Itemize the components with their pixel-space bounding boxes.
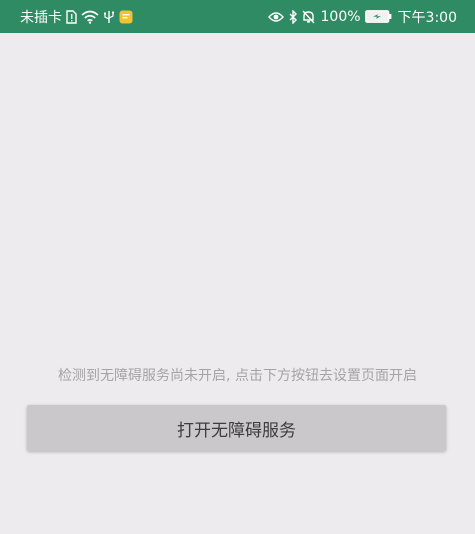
open-accessibility-service-button[interactable]: 打开无障碍服务 bbox=[27, 405, 446, 451]
battery-percent: 100% bbox=[320, 8, 361, 25]
accessibility-hint-text: 检测到无障碍服务尚未开启, 点击下方按钮去设置页面开启 bbox=[58, 368, 417, 384]
notification-app-icon bbox=[119, 10, 133, 24]
mute-bell-icon bbox=[301, 10, 315, 24]
carrier-label: 未插卡 bbox=[20, 9, 62, 26]
clock: 下午3:00 bbox=[397, 9, 457, 26]
status-right: 100% 下午3:00 bbox=[267, 7, 457, 27]
status-bar: 未插卡 100% 下午3:00 bbox=[0, 0, 475, 33]
usb-icon bbox=[103, 10, 115, 24]
status-left: 未插卡 bbox=[20, 7, 133, 27]
main-content: 检测到无障碍服务尚未开启, 点击下方按钮去设置页面开启 打开无障碍服务 bbox=[0, 33, 475, 534]
sim-alert-icon bbox=[66, 9, 77, 24]
wifi-icon bbox=[81, 10, 99, 24]
eye-icon bbox=[267, 11, 284, 23]
battery-charging-icon bbox=[364, 10, 392, 23]
bluetooth-icon bbox=[288, 9, 298, 24]
